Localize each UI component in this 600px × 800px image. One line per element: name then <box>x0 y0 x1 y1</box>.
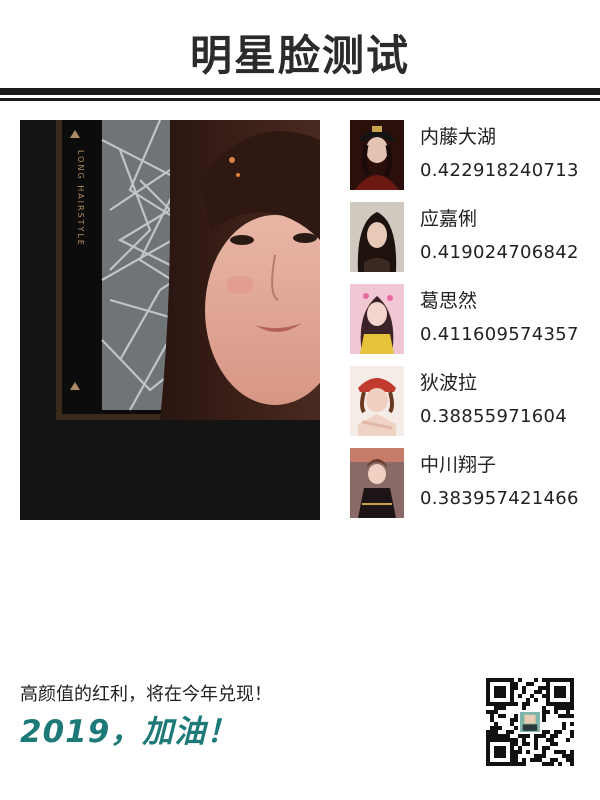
match-item-1[interactable]: 内藤大湖 0.422918240713 <box>350 120 590 190</box>
match-score: 0.422918240713 <box>420 160 579 181</box>
photo-watermark: LONG HAIRSTYLE <box>76 150 85 247</box>
header-divider-thick <box>0 88 600 95</box>
page-title: 明星脸测试 <box>189 31 410 80</box>
slogan-text: 高颜值的红利，将在今年兑现！ <box>20 684 272 705</box>
match-score: 0.419024706842 <box>420 242 579 263</box>
match-name: 葛思然 <box>420 290 478 312</box>
match-thumbnail <box>350 284 404 354</box>
match-name: 狄波拉 <box>420 372 478 394</box>
qr-code-icon[interactable] <box>486 678 574 766</box>
user-photo: LONG HAIRSTYLE <box>20 120 320 520</box>
motto-text: 2019，加油！ <box>20 714 239 750</box>
match-item-4[interactable]: 狄波拉 0.38855971604 <box>350 366 590 436</box>
match-name: 应嘉俐 <box>420 208 478 230</box>
match-name: 中川翔子 <box>420 454 497 476</box>
match-score: 0.38855971604 <box>420 406 568 427</box>
match-item-2[interactable]: 应嘉俐 0.419024706842 <box>350 202 590 272</box>
match-thumbnail <box>350 366 404 436</box>
match-item-3[interactable]: 葛思然 0.411609574357 <box>350 284 590 354</box>
match-item-5[interactable]: 中川翔子 0.383957421466 <box>350 448 590 518</box>
match-name: 内藤大湖 <box>420 126 497 148</box>
match-score: 0.411609574357 <box>420 324 579 345</box>
match-thumbnail <box>350 120 404 190</box>
match-score: 0.383957421466 <box>420 488 579 509</box>
header-divider-thin <box>0 98 600 101</box>
match-thumbnail <box>350 448 404 518</box>
match-thumbnail <box>350 202 404 272</box>
